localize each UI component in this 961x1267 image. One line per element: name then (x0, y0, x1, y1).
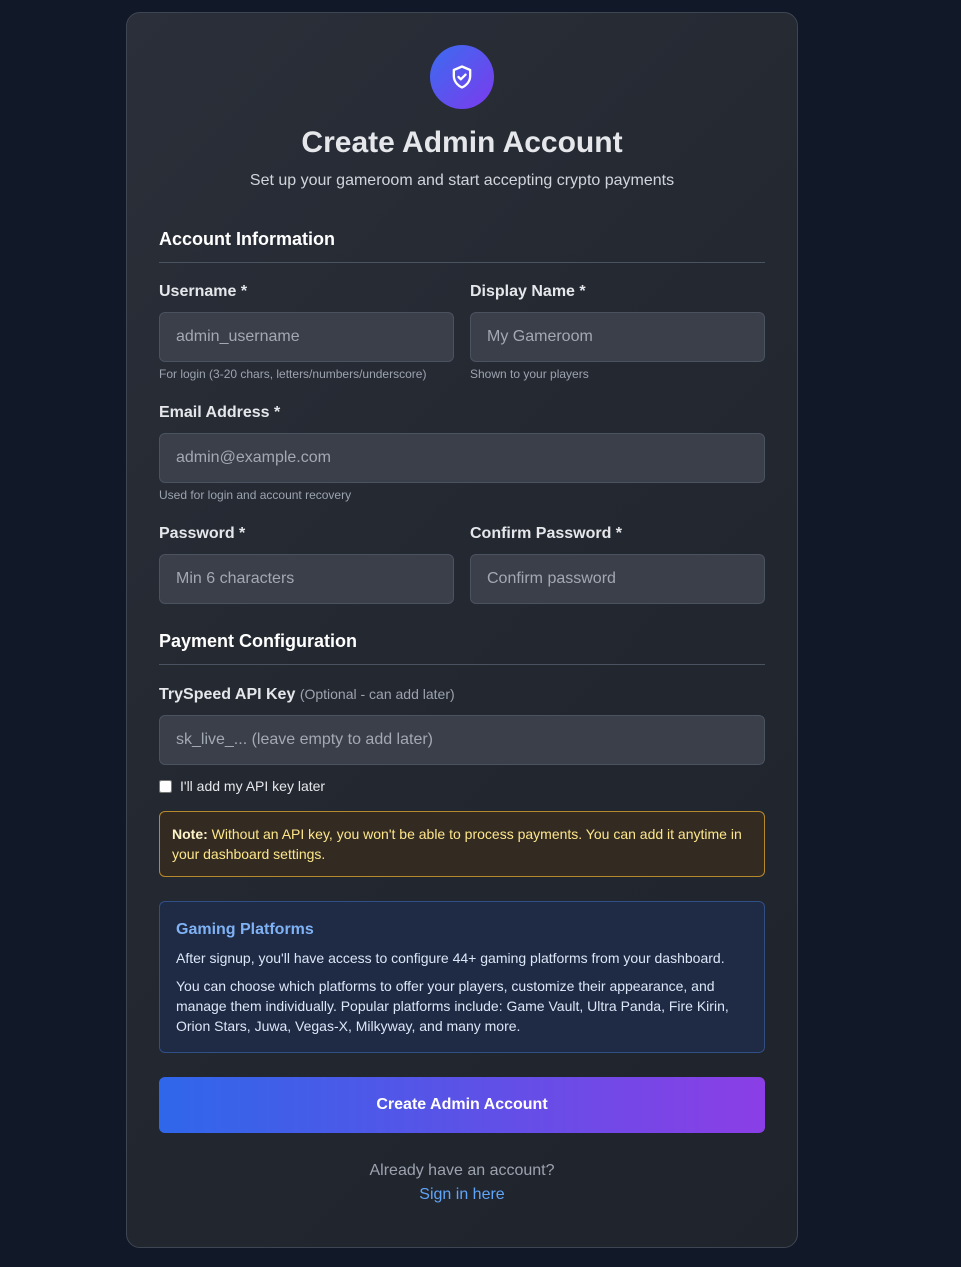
shield-check-icon (452, 65, 472, 89)
password-input[interactable] (159, 554, 454, 604)
api-key-label-text: TrySpeed API Key (159, 686, 296, 703)
footer: Already have an account? Sign in here (159, 1159, 765, 1207)
confirm-password-input[interactable] (470, 554, 765, 604)
confirm-password-label: Confirm Password * (470, 525, 623, 542)
page-subtitle: Set up your gameroom and start accepting… (249, 172, 675, 189)
username-label: Username * (159, 283, 248, 300)
password-label: Password * (159, 525, 246, 542)
username-help: For login (3-20 chars, letters/numbers/u… (159, 367, 427, 381)
display-name-label: Display Name * (470, 283, 586, 300)
page-title: Create Admin Account (301, 126, 623, 159)
api-key-note: Note: Without an API key, you won't be a… (159, 811, 765, 877)
email-help: Used for login and account recovery (159, 488, 352, 502)
platforms-title: Gaming Platforms (176, 921, 314, 938)
email-label: Email Address * (159, 404, 281, 421)
api-key-group: TrySpeed API Key (Optional - can add lat… (159, 683, 765, 765)
add-later-checkbox[interactable] (159, 779, 172, 793)
confirm-password-group: Confirm Password * (470, 523, 765, 604)
add-later-checkbox-row[interactable]: I'll add my API key later (159, 777, 765, 795)
username-group: Username * For login (3-20 chars, letter… (159, 281, 454, 382)
gaming-platforms-box: Gaming Platforms After signup, you'll ha… (159, 901, 765, 1053)
api-key-optional-hint: (Optional - can add later) (299, 686, 455, 702)
display-name-help: Shown to your players (470, 367, 589, 381)
password-row: Password * Confirm Password * (159, 523, 765, 604)
logo-wrap (159, 45, 765, 109)
logo (430, 45, 494, 109)
sign-in-link[interactable]: Sign in here (419, 1183, 504, 1207)
platforms-text-2: You can choose which platforms to offer … (176, 978, 729, 1034)
add-later-label: I'll add my API key later (180, 778, 326, 794)
section-title-payment: Payment Configuration (159, 629, 765, 665)
api-key-label: TrySpeed API Key (Optional - can add lat… (159, 683, 765, 706)
display-name-group: Display Name * Shown to your players (470, 281, 765, 382)
display-name-input[interactable] (470, 312, 765, 362)
api-key-input[interactable] (159, 715, 765, 765)
section-title-account: Account Information (159, 227, 765, 263)
username-displayname-row: Username * For login (3-20 chars, letter… (159, 281, 765, 382)
platforms-text-1: After signup, you'll have access to conf… (176, 950, 725, 966)
create-account-button[interactable]: Create Admin Account (159, 1077, 765, 1133)
signup-card: Create Admin Account Set up your gameroo… (126, 12, 798, 1248)
note-strong: Note: (172, 826, 208, 842)
note-text: Without an API key, you won't be able to… (172, 826, 742, 862)
email-group: Email Address * Used for login and accou… (159, 402, 765, 503)
password-group: Password * (159, 523, 454, 604)
email-input[interactable] (159, 433, 765, 483)
username-input[interactable] (159, 312, 454, 362)
footer-question: Already have an account? (369, 1162, 555, 1179)
